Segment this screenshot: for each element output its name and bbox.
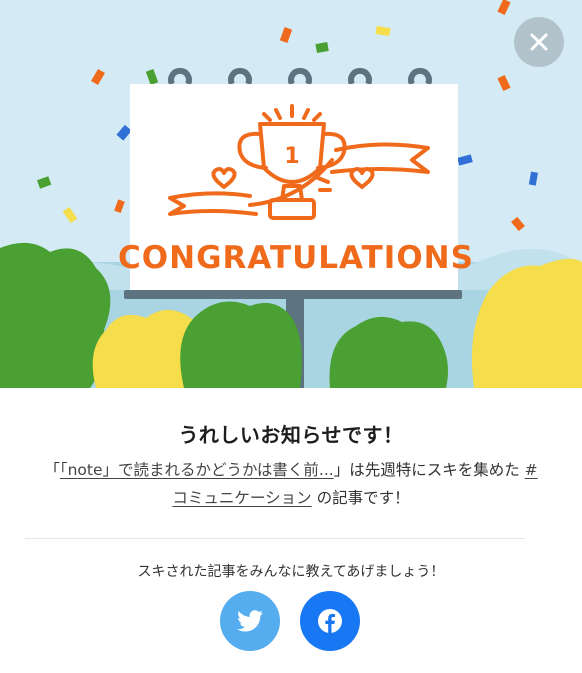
share-prompt: スキされた記事をみんなに教えてあげましょう！ [137,564,445,580]
message-suffix: の記事です！ [316,489,410,507]
facebook-share-button[interactable] [300,591,360,651]
divider [25,538,525,539]
message-prefix: 「 [44,461,60,479]
facebook-icon [318,609,342,633]
billboard-rings [168,67,432,86]
twitter-icon [237,610,263,632]
modal-message: 「「note」で読まれるかどうかは書く前...」は先週特にスキを集めた #コミュ… [40,456,542,512]
twitter-share-button[interactable] [220,591,280,651]
modal-title: うれしいお知らせです！ [178,423,404,447]
congratulations-modal: 1 CONGRATULATIONS うれしいお知らせです！ 「「note」で読ま… [0,0,582,673]
close-button[interactable] [514,17,564,67]
close-icon [530,33,548,51]
congratulations-illustration: 1 CONGRATULATIONS [0,0,582,388]
message-middle: 」は先週特にスキを集めた [333,461,520,479]
article-link[interactable]: 「note」で読まれるかどうかは書く前... [60,461,334,479]
trophy-number: 1 [284,144,299,169]
billboard-banner-text: CONGRATULATIONS [118,240,474,276]
